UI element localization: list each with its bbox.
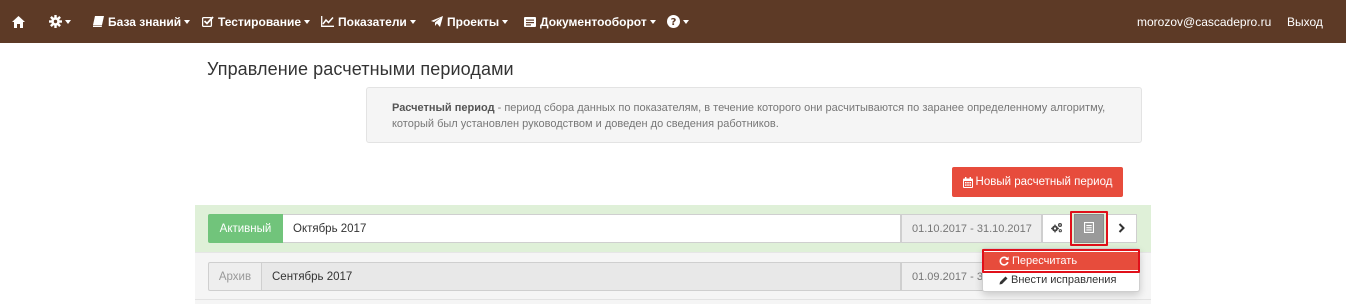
chevron-down-icon (304, 19, 311, 24)
page-title: Управление расчетными периодами (207, 59, 514, 79)
menu-projects-label: Проекты (447, 14, 500, 29)
chevron-down-icon (649, 19, 656, 24)
chevron-right-icon (1118, 220, 1125, 238)
menu-testing[interactable]: Тестирование (202, 0, 311, 43)
period-dates: 01.10.2017 - 31.10.2017 (901, 214, 1042, 243)
question-circle-icon: ? (667, 15, 680, 28)
new-period-button[interactable]: Новый расчетный период (952, 167, 1123, 197)
book-icon (93, 16, 104, 27)
gear-icon (49, 15, 62, 28)
home-button[interactable] (12, 0, 25, 43)
user-email: morozov@cascadepro.ru (1137, 14, 1272, 29)
recalculate-highlight (982, 249, 1140, 273)
info-term: Расчетный период (392, 102, 495, 114)
menu-knowledge-base[interactable]: База знаний (93, 0, 191, 43)
paper-plane-icon (431, 16, 443, 27)
menu-projects[interactable]: Проекты (431, 0, 509, 43)
status-badge: Архив (208, 262, 262, 291)
svg-text:?: ? (671, 17, 677, 28)
period-open-button[interactable] (1106, 214, 1137, 243)
check-square-icon (202, 16, 214, 27)
user-email-link[interactable]: morozov@cascadepro.ru (1137, 0, 1271, 43)
menu-docflow[interactable]: Документооборот (524, 0, 656, 43)
status-badge: Активный (208, 214, 283, 243)
chevron-down-icon (184, 19, 191, 24)
menu-docflow-label: Документооборот (540, 14, 647, 29)
make-corrections-label: Внести исправления (1011, 274, 1117, 286)
menu-knowledge-base-label: База знаний (108, 14, 182, 29)
calendar-icon (962, 176, 973, 188)
logout-link[interactable]: Выход (1287, 0, 1323, 43)
info-well: Расчетный период - период сбора данных п… (366, 87, 1142, 143)
make-corrections-menu-item[interactable]: Внести исправления (983, 271, 1139, 289)
info-description: - период сбора данных по показателям, в … (392, 102, 1106, 130)
chevron-down-icon (683, 19, 689, 24)
gears-icon (1051, 220, 1063, 238)
pencil-icon (999, 276, 1008, 285)
new-period-label: Новый расчетный период (975, 176, 1113, 188)
document-list-icon (524, 16, 536, 27)
logout-label: Выход (1287, 14, 1323, 29)
actions-button-highlight (1070, 211, 1108, 246)
chevron-down-icon (65, 19, 71, 24)
chevron-down-icon (409, 19, 416, 24)
menu-indicators[interactable]: Показатели (321, 0, 416, 43)
help-menu[interactable]: ? (667, 0, 689, 43)
line-chart-icon (321, 16, 334, 27)
chevron-down-icon (502, 19, 509, 24)
home-icon (12, 15, 25, 28)
period-name-field[interactable]: Октябрь 2017 (283, 214, 901, 243)
row-divider (195, 299, 1151, 300)
top-navbar: База знаний Тестирование Показатели Прое… (0, 0, 1346, 43)
menu-indicators-label: Показатели (338, 14, 407, 29)
menu-testing-label: Тестирование (218, 14, 302, 29)
period-settings-button[interactable] (1042, 214, 1072, 243)
settings-menu[interactable] (49, 0, 71, 43)
period-name-field: Сентябрь 2017 (262, 262, 901, 291)
